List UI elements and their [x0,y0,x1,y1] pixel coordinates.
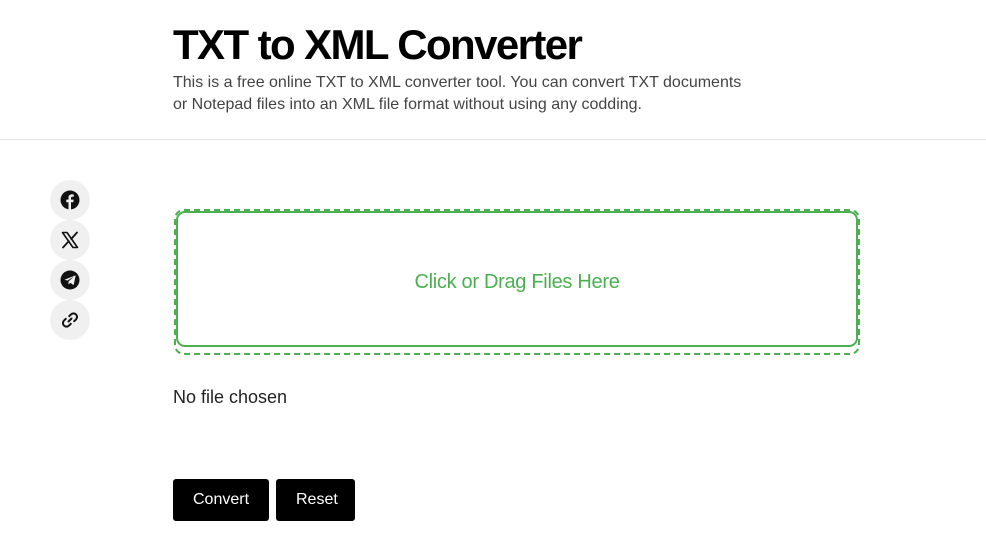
telegram-icon [60,270,80,290]
dropzone-label: Click or Drag Files Here [414,270,620,293]
facebook-icon [60,190,80,210]
file-status: No file chosen [173,387,288,407]
copy-link-button[interactable] [50,300,90,340]
x-twitter-icon [61,231,79,249]
link-icon [60,310,80,330]
reset-button[interactable]: Reset [276,479,355,521]
share-facebook-button[interactable] [50,180,90,220]
page: TXT to XML Converter This is a free onli… [0,0,986,560]
share-bar [50,180,90,340]
page-title: TXT to XML Converter [173,21,583,68]
page-header: TXT to XML Converter This is a free onli… [0,0,986,140]
file-dropzone[interactable]: Click or Drag Files Here [174,209,860,355]
share-x-button[interactable] [50,220,90,260]
share-telegram-button[interactable] [50,260,90,300]
page-description: This is a free online TXT to XML convert… [173,74,742,113]
convert-button[interactable]: Convert [173,479,269,521]
action-buttons: Convert Reset [173,479,355,521]
